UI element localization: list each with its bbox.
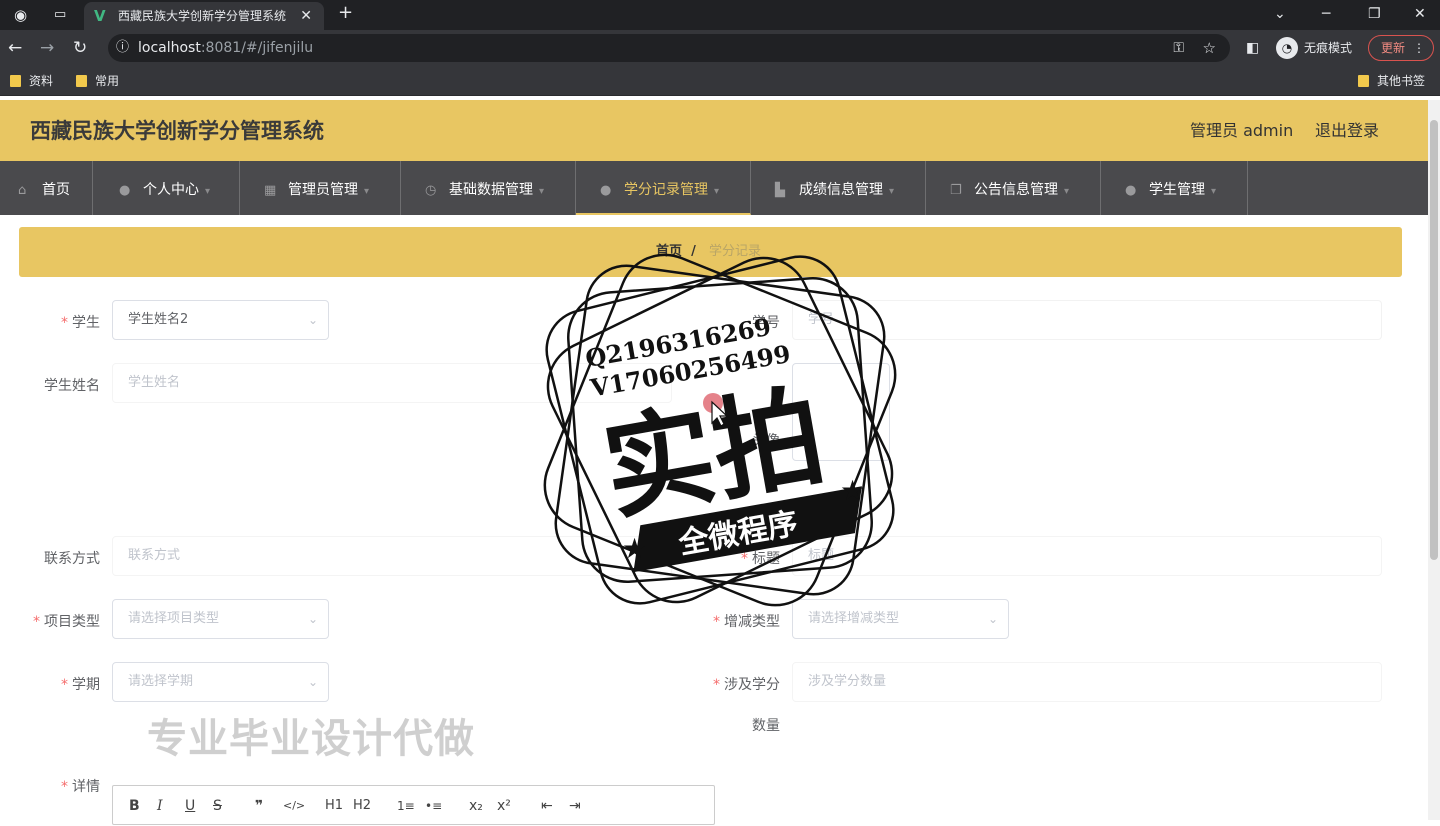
- italic-button[interactable]: I: [157, 786, 163, 826]
- chevron-down-icon: ▾: [714, 186, 720, 197]
- restore-icon[interactable]: ❐: [1368, 2, 1381, 26]
- clock-icon: ◷: [425, 183, 437, 198]
- top-nav: ⌂ 首页 ● 个人中心 ▾ ▦ 管理员管理 ▾ ◷ 基础数据管理 ▾ ● 学分记录管理 ▾ ▙ 成绩…: [0, 161, 1440, 215]
- incognito-label: 无痕模式: [1304, 41, 1353, 55]
- nav-item-credit-records[interactable]: ● 学分记录管理 ▾: [576, 161, 751, 215]
- folder-icon: [1358, 75, 1369, 87]
- close-window-icon[interactable]: ✕: [1414, 2, 1426, 26]
- nav-item-admin[interactable]: ▦ 管理员管理 ▾: [240, 161, 401, 215]
- rich-text-editor[interactable]: B I U S ❞ </> H1 H2 1≡ •≡ x₂ x² ⇤ ⇥: [112, 785, 715, 825]
- other-bookmarks[interactable]: 其他书签: [1358, 66, 1425, 96]
- credit-label: * 涉及学分: [713, 677, 780, 693]
- address-bar[interactable]: ⓘ localhost:8081/#/jifenjilu ⚿ ☆: [108, 34, 1230, 62]
- tab-title: 西藏民族大学创新学分管理系统: [118, 9, 287, 23]
- vue-icon: V: [94, 7, 106, 25]
- new-tab-button[interactable]: +: [338, 1, 353, 25]
- chevron-down-icon: ▾: [205, 186, 211, 197]
- user-icon: ●: [119, 183, 131, 198]
- minimize-icon[interactable]: ─: [1322, 2, 1330, 26]
- outdent-button[interactable]: ⇤: [541, 786, 553, 826]
- reload-icon[interactable]: ↻: [73, 30, 87, 66]
- chevron-down-icon: ⌄: [307, 313, 318, 327]
- project-type-select[interactable]: 请选择项目类型 ⌄: [112, 599, 329, 639]
- bookmarks-bar: 资料 常用 其他书签: [0, 66, 1440, 96]
- nav-item-students[interactable]: ● 学生管理 ▾: [1101, 161, 1248, 215]
- incognito-icon[interactable]: ◔: [1276, 37, 1298, 59]
- grid-icon: ▦: [264, 183, 277, 198]
- update-label: 更新: [1381, 41, 1406, 55]
- chart-icon: ▙: [775, 183, 785, 198]
- bullet-list-button[interactable]: •≡: [425, 786, 442, 826]
- update-button[interactable]: 更新 ⋮: [1368, 35, 1434, 61]
- browser-tab[interactable]: V 西藏民族大学创新学分管理系统 ✕: [84, 2, 324, 30]
- user-icon: ●: [1125, 183, 1137, 198]
- scrollbar-thumb[interactable]: [1430, 120, 1438, 560]
- underline-button[interactable]: U: [185, 786, 195, 826]
- folder-icon: [10, 75, 21, 87]
- student-name-label: 学生姓名: [44, 378, 100, 394]
- folder-icon: [76, 75, 87, 87]
- forward-icon[interactable]: →: [40, 30, 54, 66]
- term-label: * 学期: [61, 677, 100, 693]
- star-icon[interactable]: ☆: [1203, 34, 1216, 62]
- nav-item-basic-data[interactable]: ◷ 基础数据管理 ▾: [401, 161, 576, 215]
- bookmark-item[interactable]: 常用: [76, 66, 119, 96]
- code-button[interactable]: </>: [283, 786, 305, 826]
- chevron-down-icon: ▾: [539, 186, 545, 197]
- chevron-down-icon: ⌄: [987, 612, 998, 626]
- credit-input[interactable]: 涉及学分数量: [792, 662, 1382, 702]
- star-icon: ★: [840, 474, 865, 507]
- nav-item-home[interactable]: ⌂ 首页: [0, 161, 93, 215]
- key-icon[interactable]: ⚿: [1173, 34, 1184, 62]
- subscript-button[interactable]: x₂: [469, 786, 483, 826]
- tab-list-icon[interactable]: ▭: [54, 3, 66, 27]
- credit-label-line2: 数量: [752, 718, 780, 734]
- bold-button[interactable]: B: [129, 786, 140, 826]
- chevron-down-icon: ▾: [889, 186, 895, 197]
- tab-search-icon[interactable]: ⌄: [1274, 2, 1286, 26]
- nav-item-profile[interactable]: ● 个人中心 ▾: [93, 161, 240, 215]
- h1-button[interactable]: H1: [325, 786, 343, 826]
- indent-button[interactable]: ⇥: [569, 786, 581, 826]
- menu-dots-icon: ⋮: [1413, 41, 1425, 55]
- chevron-down-icon: ▾: [1064, 186, 1070, 197]
- chevron-down-icon: ▾: [1211, 186, 1217, 197]
- strike-button[interactable]: S: [213, 786, 222, 826]
- info-icon[interactable]: ⓘ: [116, 34, 129, 62]
- ordered-list-button[interactable]: 1≡: [397, 786, 415, 826]
- h2-button[interactable]: H2: [353, 786, 371, 826]
- chevron-down-icon: ⌄: [307, 612, 318, 626]
- nav-item-notices[interactable]: ❐ 公告信息管理 ▾: [926, 161, 1101, 215]
- chevron-down-icon: ⌄: [307, 675, 318, 689]
- blockquote-button[interactable]: ❞: [255, 786, 263, 826]
- watermark-bottom-text: 专业毕业设计代做: [147, 716, 475, 762]
- nav-item-grades[interactable]: ▙ 成绩信息管理 ▾: [751, 161, 926, 215]
- student-label: * 学生: [61, 315, 100, 331]
- bulb-icon: ●: [600, 183, 612, 198]
- contact-label: 联系方式: [44, 551, 100, 567]
- star-icon: ★: [622, 532, 647, 565]
- close-tab-icon[interactable]: ✕: [300, 2, 312, 30]
- chevron-down-icon: ▾: [364, 186, 370, 197]
- home-icon: ⌂: [18, 183, 27, 198]
- bookmark-item[interactable]: 资料: [10, 66, 53, 96]
- app-title: 西藏民族大学创新学分管理系统: [30, 119, 324, 143]
- superscript-button[interactable]: x²: [497, 786, 511, 826]
- detail-label: * 详情: [61, 779, 100, 795]
- back-icon[interactable]: ←: [8, 30, 22, 66]
- logout-link[interactable]: 退出登录: [1315, 100, 1379, 162]
- sidepanel-icon[interactable]: ◧: [1246, 30, 1259, 66]
- copy-icon: ❐: [950, 183, 962, 198]
- current-user: 管理员 admin: [1190, 121, 1294, 140]
- browser-tab-strip: ◉ ▭ V 西藏民族大学创新学分管理系统 ✕ + ⌄ ─ ❐ ✕: [0, 0, 1440, 30]
- browser-toolbar: ← → ↻ ⓘ localhost:8081/#/jifenjilu ⚿ ☆ ◧…: [0, 30, 1440, 66]
- project-type-label: * 项目类型: [33, 614, 100, 630]
- term-select[interactable]: 请选择学期 ⌄: [112, 662, 329, 702]
- app-header: 西藏民族大学创新学分管理系统 管理员 admin 退出登录: [0, 100, 1440, 161]
- student-select[interactable]: 学生姓名2 ⌄: [112, 300, 329, 340]
- watermark-stamp: Q2196316269 V17060256499 实拍 全微程序 ★ ★: [543, 253, 897, 607]
- page-scrollbar[interactable]: [1428, 100, 1440, 820]
- globe-icon[interactable]: ◉: [14, 3, 27, 27]
- url-text: localhost:8081/#/jifenjilu: [138, 40, 314, 56]
